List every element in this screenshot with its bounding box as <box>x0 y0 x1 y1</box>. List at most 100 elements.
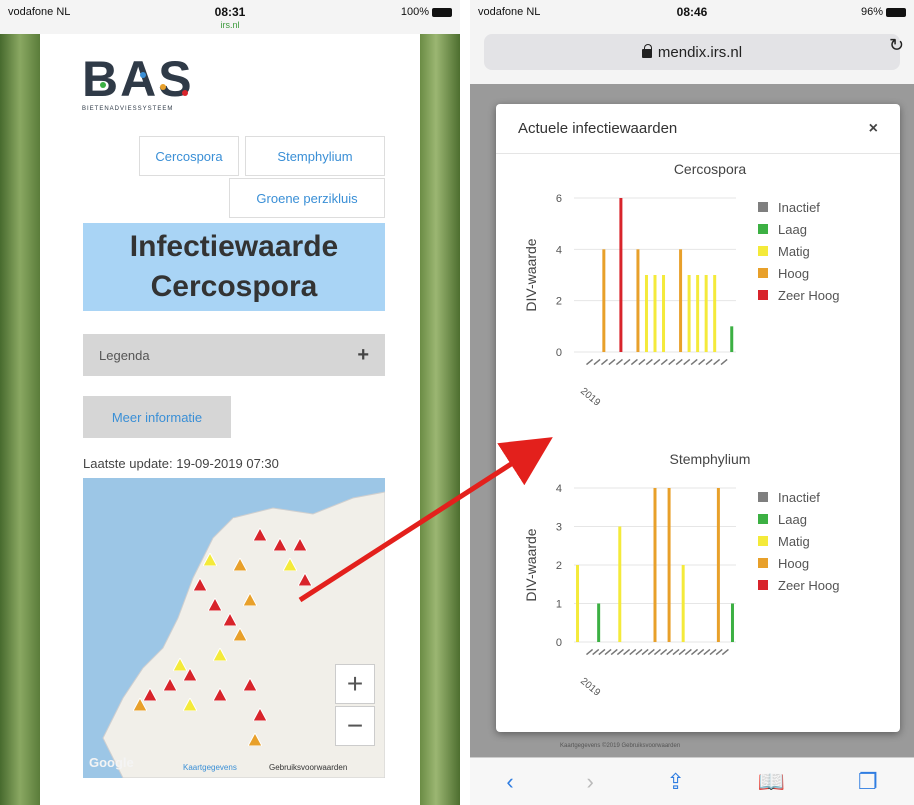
legend-label: Legenda <box>99 347 150 363</box>
warning-marker-icon[interactable] <box>248 733 262 746</box>
link-cercospora[interactable]: Cercospora <box>139 136 239 176</box>
warning-marker-icon[interactable] <box>163 678 177 691</box>
map-view[interactable]: + − Google Kaartgegevens Gebruiksvoorwaa… <box>83 478 385 778</box>
chart-bar <box>636 249 640 352</box>
warning-marker-icon[interactable] <box>298 573 312 586</box>
x-tick-mark <box>715 648 723 656</box>
warning-marker-icon[interactable] <box>133 698 147 711</box>
legend-swatch <box>758 580 768 590</box>
x-tick-mark <box>630 358 638 366</box>
close-icon[interactable]: × <box>869 120 878 138</box>
warning-marker-icon[interactable] <box>243 678 257 691</box>
y-tick-label: 0 <box>556 347 562 359</box>
warning-marker-icon[interactable] <box>233 558 247 571</box>
warning-marker-icon[interactable] <box>213 648 227 661</box>
x-tick-label: 2019 <box>578 676 602 699</box>
back-icon[interactable]: ‹ <box>506 769 513 795</box>
warning-marker-icon[interactable] <box>283 558 297 571</box>
warning-marker-icon[interactable] <box>273 538 287 551</box>
browser-address-bar: mendix.irs.nl ↻ <box>470 28 914 84</box>
warning-marker-icon[interactable] <box>253 528 267 541</box>
page-content: BAS BIETENADVIESSYSTEEM Cercospora Stemp… <box>40 34 420 805</box>
logo-dot <box>160 84 166 90</box>
x-tick-mark <box>586 648 594 656</box>
background-grass-left <box>0 34 40 805</box>
reload-icon[interactable]: ↻ <box>889 35 904 56</box>
logo-dot <box>100 82 106 88</box>
x-tick-mark <box>709 648 717 656</box>
legend-entry: Zeer Hoog <box>778 578 839 593</box>
warning-marker-icon[interactable] <box>253 708 267 721</box>
share-icon[interactable]: ⇪ <box>667 769 685 795</box>
x-tick-mark <box>703 648 711 656</box>
chart-title: Stemphylium <box>670 451 751 467</box>
x-tick-mark <box>586 358 594 366</box>
chart-bar <box>576 565 580 642</box>
y-tick-label: 4 <box>556 244 562 256</box>
legend-swatch <box>758 536 768 546</box>
chart-bar <box>716 488 720 642</box>
zoom-out-button[interactable]: − <box>335 706 375 746</box>
x-tick-mark <box>697 648 705 656</box>
x-tick-mark <box>653 358 661 366</box>
legend-entry: Inactief <box>778 200 820 215</box>
chart-bar <box>597 603 601 642</box>
x-tick-mark <box>608 358 616 366</box>
y-tick-label: 1 <box>556 599 562 611</box>
bookmarks-icon[interactable]: 📖 <box>758 769 785 795</box>
warning-marker-icon[interactable] <box>193 578 207 591</box>
y-tick-label: 4 <box>556 483 562 495</box>
stemphylium-chart: Stemphylium DIV-waarde 0 1 2 3 4 2019 Inactief La… <box>523 451 839 699</box>
legend-swatch <box>758 246 768 256</box>
warning-marker-icon[interactable] <box>243 593 257 606</box>
warning-marker-icon[interactable] <box>173 658 187 671</box>
y-axis-label: DIV-waarde <box>523 238 539 311</box>
warning-marker-icon[interactable] <box>183 698 197 711</box>
chart-bar <box>619 198 623 352</box>
legend-entry: Matig <box>778 534 810 549</box>
x-tick-mark <box>660 648 668 656</box>
warning-marker-icon[interactable] <box>203 553 217 566</box>
terms-link[interactable]: Gebruiksvoorwaarden <box>269 763 347 772</box>
legend-swatch <box>758 492 768 502</box>
x-tick-mark <box>600 358 609 366</box>
forward-icon[interactable]: › <box>586 769 593 795</box>
chart-bar <box>618 526 622 642</box>
more-info-button[interactable]: Meer informatie <box>83 396 231 438</box>
warning-marker-icon[interactable] <box>208 598 222 611</box>
warning-marker-icon[interactable] <box>233 628 247 641</box>
bas-logo[interactable]: BAS BIETENADVIESSYSTEEM <box>82 54 194 112</box>
phone-screenshot-left: vodafone NL 08:31 100% irs.nl BAS BIETEN… <box>0 0 460 805</box>
x-tick-mark <box>616 648 624 656</box>
lock-icon <box>641 43 652 58</box>
warning-marker-icon[interactable] <box>293 538 307 551</box>
battery-percent: 100% <box>400 6 429 18</box>
x-tick-mark <box>660 358 668 366</box>
x-tick-mark <box>638 358 646 366</box>
warning-marker-icon[interactable] <box>223 613 237 626</box>
link-groene-perzikluis[interactable]: Groene perzikluis <box>229 178 385 218</box>
x-tick-label: 2019 <box>578 386 602 409</box>
background-grass-right <box>420 34 460 805</box>
warning-marker-icon[interactable] <box>213 688 227 701</box>
zoom-in-button[interactable]: + <box>335 664 375 704</box>
link-stemphylium[interactable]: Stemphylium <box>245 136 385 176</box>
x-tick-mark <box>713 358 721 366</box>
url-field[interactable]: mendix.irs.nl <box>484 34 900 70</box>
cercospora-chart: Cercospora DIV-waarde 0 2 4 6 2019 Inactief Laag… <box>523 161 839 409</box>
x-tick-mark <box>598 648 606 656</box>
last-update-text: Laatste update: 19-09-2019 07:30 <box>83 456 279 471</box>
y-tick-label: 0 <box>556 637 562 649</box>
chart-bar <box>667 488 671 642</box>
google-logo: Google <box>89 755 134 770</box>
battery-icon <box>432 7 452 17</box>
x-tick-mark <box>593 358 601 366</box>
legend-accordion[interactable]: Legenda + <box>83 334 385 376</box>
page-title: Infectiewaarde Cercospora <box>83 223 385 311</box>
tabs-icon[interactable]: ❐ <box>858 769 878 795</box>
chart-bar <box>696 275 700 352</box>
logo-text: BAS <box>82 51 194 107</box>
phone-screenshot-right: vodafone NL 08:46 96% mendix.irs.nl ↻ Ka… <box>470 0 914 805</box>
map-data-link[interactable]: Kaartgegevens <box>183 763 237 772</box>
y-tick-label: 3 <box>556 522 562 534</box>
